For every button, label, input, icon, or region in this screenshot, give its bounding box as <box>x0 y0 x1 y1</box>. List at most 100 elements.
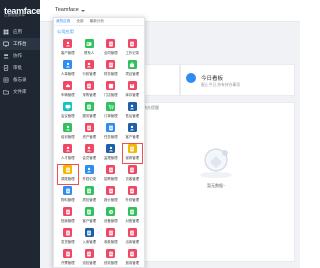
sidebar-item-collaboration[interactable]: 协作 <box>0 50 40 62</box>
app-tile[interactable]: 费用管理 <box>122 248 144 268</box>
sidebar-item-memo[interactable]: 备忘录 <box>0 74 40 86</box>
sidebar-item-label: 文件库 <box>13 89 27 94</box>
app-tile[interactable]: 对账管理 <box>122 206 144 227</box>
app-doc-icon <box>63 249 73 258</box>
app-label: 物料管理 <box>60 197 75 202</box>
app-label: 资产管理 <box>82 134 97 139</box>
empty-state-illustration-icon <box>200 148 232 178</box>
app-doc-icon <box>127 228 137 237</box>
company-switcher[interactable]: Teamface <box>55 7 79 13</box>
app-tile[interactable]: 联系人 <box>79 38 101 59</box>
today-board-title: 今日看板 <box>201 76 224 82</box>
app-tile[interactable]: 报价管理 <box>100 185 122 206</box>
app-tile[interactable]: 客户管理 <box>79 206 101 227</box>
app-tile[interactable]: 设备管理 <box>100 206 122 227</box>
app-tile[interactable]: 档案管理 <box>57 206 79 227</box>
sidebar-item-apps[interactable]: 应用 <box>0 26 40 38</box>
app-tile[interactable]: 物料管理 <box>57 185 79 206</box>
app-tile[interactable]: 工作记录 <box>122 38 144 59</box>
app-tile[interactable]: 库存管理 <box>122 80 144 101</box>
app-tile[interactable]: 车辆管理 <box>57 80 79 101</box>
app-tile[interactable]: 培训管理 <box>57 122 79 143</box>
today-board-desc: 截止今日,你有待办事项 <box>201 83 241 87</box>
app-label: 车辆管理 <box>60 92 75 97</box>
app-label: 服务管理 <box>82 113 97 118</box>
app-label: 巡检管理 <box>82 260 97 265</box>
today-board-card[interactable]: 今日看板 截止今日,你有待办事项 <box>180 64 295 96</box>
app-tile[interactable]: 外勤记录 <box>79 164 101 185</box>
app-tile[interactable]: 发货管理 <box>57 227 79 248</box>
app-user-icon <box>106 144 116 153</box>
app-doc-icon <box>127 165 137 174</box>
app-tile[interactable]: 开票管理 <box>57 248 79 268</box>
app-user-icon <box>84 165 94 174</box>
app-tile[interactable]: 访客管理 <box>122 164 144 185</box>
dropdown-tab[interactable]: 我的应用 <box>56 19 70 24</box>
sidebar-item-file-library[interactable]: 文件库 <box>0 86 40 98</box>
sidebar-item-workbench[interactable]: 工作台 <box>0 38 40 50</box>
app-tile[interactable]: 监理管理 <box>100 143 122 164</box>
app-label: 绩效管理 <box>103 260 118 265</box>
app-tile[interactable]: 采购管理 <box>79 80 101 101</box>
app-label: 项目管理 <box>125 71 140 76</box>
app-tile[interactable]: 合同管理 <box>100 38 122 59</box>
app-tile[interactable]: 绩效管理 <box>100 248 122 268</box>
app-tile[interactable]: 服务管理 <box>79 101 101 122</box>
brand-logo[interactable]: teamface 让管理更简单 <box>0 0 41 22</box>
app-tile[interactable]: 客户管理 <box>122 122 144 143</box>
app-user-icon <box>63 60 73 69</box>
app-dropdown-panel: 我的应用 全部 最新分析 公司应用 客户管理 联系人 合同管理 工作记录 人事管理 行政管理 财… <box>53 17 145 268</box>
app-tile[interactable]: 调拨管理 <box>57 164 79 185</box>
stat-card <box>140 64 180 96</box>
app-tile[interactable]: 收款管理 <box>100 227 122 248</box>
app-tile[interactable]: 行政管理 <box>79 59 101 80</box>
dropdown-tab[interactable]: 全部 <box>76 19 83 24</box>
app-tile[interactable]: 门店管理 <box>100 80 122 101</box>
app-tile[interactable]: 出库管理 <box>122 227 144 248</box>
app-tile[interactable]: 售后管理 <box>122 101 144 122</box>
sidebar-nav: 应用 工作台 协作 审批 备忘录文件库 <box>0 26 40 98</box>
sidebar-item-approval[interactable]: 审批 <box>0 62 40 74</box>
app-tile[interactable]: 会员管理 <box>79 143 101 164</box>
app-doc-icon <box>84 228 94 237</box>
app-tile[interactable]: 保修管理 <box>121 143 143 164</box>
app-doc-icon <box>106 228 116 237</box>
app-tile[interactable]: 财务管理 <box>100 59 122 80</box>
app-label: 对账管理 <box>125 218 140 223</box>
app-label: 招聘管理 <box>103 176 118 181</box>
app-tile[interactable]: 项目管理 <box>122 59 144 80</box>
app-doc-icon <box>106 165 116 174</box>
app-label: 会员管理 <box>82 155 97 160</box>
app-tile[interactable]: 外勤管理 <box>122 185 144 206</box>
app-doc-icon <box>106 249 116 258</box>
sidebar: teamface 让管理更简单 应用 工作台 协作 审批 备忘录文件库 <box>0 0 41 268</box>
app-label: 任务管理 <box>103 134 118 139</box>
app-tile[interactable]: 会议管理 <box>57 101 79 122</box>
app-label: 报价管理 <box>103 197 118 202</box>
app-tile[interactable]: 订单管理 <box>100 101 122 122</box>
app-tile[interactable]: 资产管理 <box>79 122 101 143</box>
app-user-icon <box>84 60 94 69</box>
app-label: 设备管理 <box>103 218 118 223</box>
app-tile[interactable]: 客户管理 <box>57 38 79 59</box>
app-user-icon <box>127 102 137 111</box>
app-tile[interactable]: 任务管理 <box>100 122 122 143</box>
app-label: 售后管理 <box>125 113 140 118</box>
app-doc-icon <box>63 207 73 216</box>
app-tile[interactable]: 入库管理 <box>79 227 101 248</box>
app-tile[interactable]: 人才管理 <box>57 143 79 164</box>
app-label: 调拨管理 <box>60 176 75 181</box>
app-label: 培训管理 <box>60 134 75 139</box>
caret-down-icon[interactable] <box>81 10 85 12</box>
app-label: 质检管理 <box>82 197 97 202</box>
app-tile[interactable]: 巡检管理 <box>79 248 101 268</box>
app-doc-icon <box>84 207 94 216</box>
app-doc-icon <box>106 60 116 69</box>
app-tile[interactable]: 质检管理 <box>79 185 101 206</box>
app-tile[interactable]: 人事管理 <box>57 59 79 80</box>
app-doc-icon <box>84 186 94 195</box>
app-label: 出库管理 <box>125 239 140 244</box>
dropdown-tab[interactable]: 最新分析 <box>90 19 104 24</box>
app-tile[interactable]: 招聘管理 <box>100 164 122 185</box>
app-label: 财务管理 <box>103 71 118 76</box>
